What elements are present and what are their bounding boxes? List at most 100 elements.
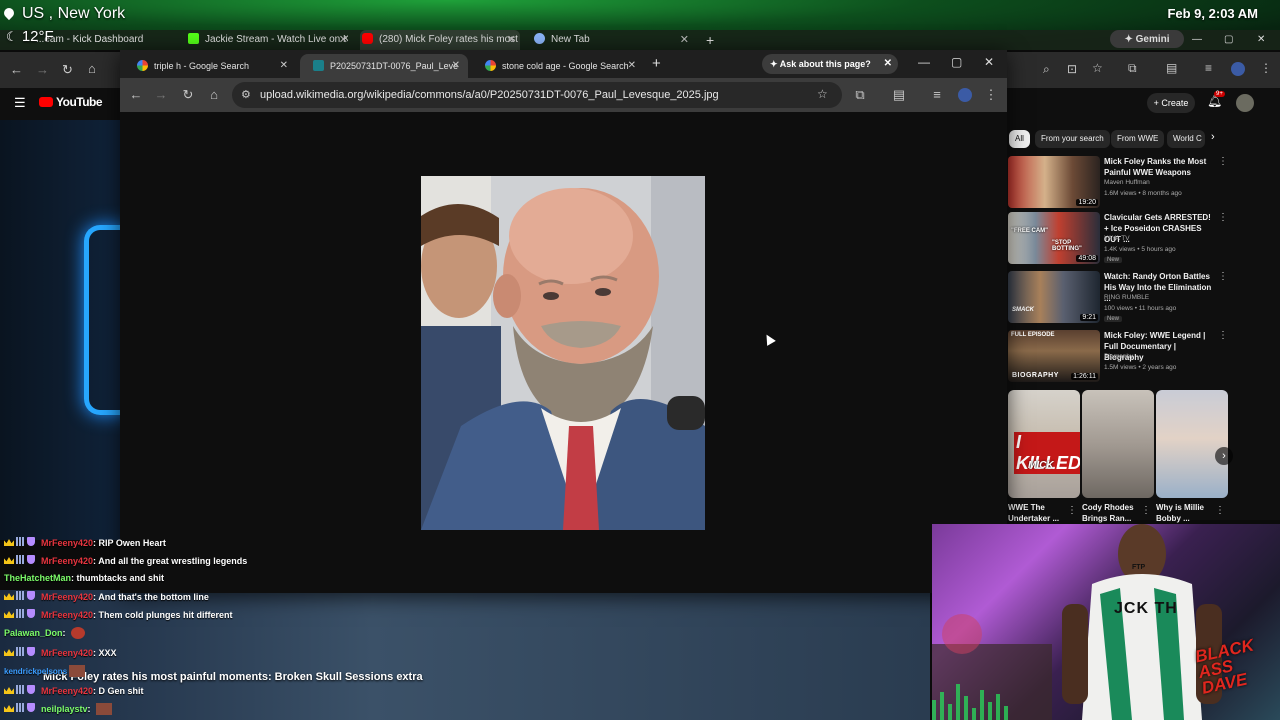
tab-wikimedia-image[interactable]: P20250731DT-0076_Paul_Leve ✕	[300, 54, 468, 78]
close-icon[interactable]: ✕	[628, 54, 636, 78]
more-options-icon[interactable]: ⋮	[1218, 212, 1228, 223]
close-window-button[interactable]: ✕	[1257, 30, 1269, 50]
video-item[interactable]: FULL EPISODE BIOGRAPHY 1:26:11 Mick Fole…	[1007, 330, 1252, 386]
profile-avatar[interactable]	[958, 88, 972, 102]
close-icon[interactable]: ✕	[452, 54, 460, 78]
video-thumbnail[interactable]: FULL EPISODE BIOGRAPHY 1:26:11	[1008, 330, 1100, 382]
chat-badges	[4, 647, 38, 658]
site-info-icon[interactable]: ⚙	[241, 88, 251, 101]
more-options-icon[interactable]: ⋮	[1215, 505, 1225, 516]
bookmark-star-icon[interactable]: ☆	[1092, 61, 1103, 75]
profile-avatar[interactable]	[1231, 62, 1245, 76]
short-thumbnail[interactable]: I KILLED MICK	[1008, 390, 1080, 498]
bookmark-star-icon[interactable]: ☆	[817, 87, 828, 101]
back-tab-kick-dashboard[interactable]: ...eam - Kick Dashboard	[36, 30, 186, 50]
home-icon[interactable]: ⌂	[205, 86, 223, 104]
video-channel[interactable]: Maven Huffman	[1104, 179, 1150, 186]
new-tab-button[interactable]: +	[652, 55, 661, 72]
chat-text: : XXX	[93, 648, 117, 658]
reload-icon[interactable]: ↻	[62, 62, 73, 78]
chip-all[interactable]: All	[1009, 130, 1030, 148]
extensions-icon[interactable]: ⧉	[851, 86, 869, 104]
menu-kebab-icon[interactable]: ⋮	[1260, 61, 1272, 75]
gemini-button[interactable]: ✦ Gemini	[1110, 30, 1184, 48]
short-title[interactable]: Cody Rhodes Brings Ran...	[1082, 502, 1146, 524]
chat-message: Palawan_Don:	[4, 627, 86, 639]
short-thumbnail[interactable]	[1156, 390, 1228, 498]
short-title[interactable]: WWE The Undertaker ...	[1008, 502, 1072, 524]
video-thumbnail[interactable]: "FREE CAM" "STOP BOTTING" 49:08	[1008, 212, 1100, 264]
chat-username: MrFeeny420	[41, 610, 94, 620]
minimize-button[interactable]: —	[1192, 30, 1204, 50]
chat-text: :	[87, 704, 91, 714]
new-tab-button[interactable]: +	[706, 30, 718, 50]
video-item[interactable]: SMACK 9:21 Watch: Randy Orton Battles Hi…	[1007, 271, 1252, 327]
back-tab-youtube[interactable]: (280) Mick Foley rates his most ✕	[360, 30, 520, 50]
hamburger-menu-icon[interactable]: ☰	[14, 95, 26, 111]
video-item[interactable]: 19:20 Mick Foley Ranks the Most Painful …	[1007, 156, 1252, 212]
back-tab-new-tab[interactable]: New Tab ✕	[534, 30, 689, 50]
chip-from-wwe[interactable]: From WWE	[1111, 130, 1165, 148]
tab-stone-cold-search[interactable]: stone cold age - Google Search ✕	[472, 54, 644, 78]
youtube-logo-icon[interactable]	[39, 97, 53, 107]
close-window-button[interactable]: ✕	[984, 55, 994, 69]
url-text[interactable]: upload.wikimedia.org/wikipedia/commons/a…	[260, 82, 719, 108]
media-icon[interactable]: ≡	[1205, 61, 1212, 75]
chip-from-your-search[interactable]: From your search	[1035, 130, 1110, 148]
maximize-button[interactable]: ▢	[1224, 30, 1236, 50]
mouse-cursor-icon	[762, 332, 776, 346]
shorts-next-chevron-icon[interactable]: ›	[1215, 447, 1233, 465]
forward-arrow-icon[interactable]: →	[36, 62, 49, 77]
video-title[interactable]: Mick Foley Ranks the Most Painful WWE We…	[1104, 156, 1212, 178]
close-icon[interactable]: ✕	[280, 54, 288, 78]
more-options-icon[interactable]: ⋮	[1067, 505, 1077, 516]
minimize-button[interactable]: —	[918, 55, 930, 69]
back-arrow-icon[interactable]: ←	[127, 86, 145, 104]
media-icon[interactable]: ≡	[928, 86, 946, 104]
forward-arrow-icon[interactable]: →	[152, 86, 170, 104]
short-thumbnail[interactable]	[1082, 390, 1154, 498]
portrait-photo[interactable]	[421, 176, 705, 530]
youtube-logo-text[interactable]: YouTube	[56, 95, 103, 109]
install-icon[interactable]: ⊡	[1067, 62, 1077, 76]
tab-triple-h-search[interactable]: triple h - Google Search ✕	[124, 54, 296, 78]
back-tab-jackie-stream[interactable]: Jackie Stream - Watch Live on K ✕	[188, 30, 348, 50]
close-icon[interactable]: ✕	[680, 30, 689, 50]
gemini-spark-icon: ✦	[770, 59, 778, 69]
account-avatar[interactable]	[1236, 94, 1254, 112]
back-browser-tabstrip: ...eam - Kick Dashboard Jackie Stream - …	[0, 30, 1280, 50]
menu-kebab-icon[interactable]: ⋮	[982, 86, 1000, 104]
maximize-button[interactable]: ▢	[951, 55, 962, 69]
more-options-icon[interactable]: ⋮	[1218, 271, 1228, 282]
back-arrow-icon[interactable]: ←	[10, 62, 23, 77]
create-button[interactable]: + Create	[1147, 93, 1195, 113]
video-channel[interactable]: YAYA TV	[1104, 235, 1130, 242]
close-icon[interactable]: ✕	[507, 30, 516, 50]
sidepanel-icon[interactable]: ▤	[1166, 61, 1177, 75]
short-title[interactable]: Why is Millie Bobby ...	[1156, 502, 1220, 524]
video-thumbnail[interactable]: SMACK 9:21	[1008, 271, 1100, 323]
video-channel[interactable]: RING RUMBLE	[1104, 294, 1149, 301]
home-icon[interactable]: ⌂	[88, 61, 96, 76]
subscriber-icon	[16, 537, 25, 546]
chip-world-c[interactable]: World C	[1167, 130, 1205, 148]
video-duration: 1:26:11	[1071, 373, 1098, 380]
video-thumbnail[interactable]: 19:20	[1008, 156, 1100, 208]
more-options-icon[interactable]: ⋮	[1141, 505, 1151, 516]
zoom-icon[interactable]: ⌕	[1043, 62, 1050, 77]
reload-icon[interactable]: ↻	[179, 86, 197, 104]
close-icon[interactable]: ✕	[884, 54, 892, 74]
chat-emote	[69, 665, 86, 677]
tab-label: Jackie Stream - Watch Live on K	[205, 34, 348, 45]
close-icon[interactable]: ✕	[339, 30, 348, 50]
address-bar[interactable]: ⚙ upload.wikimedia.org/wikipedia/commons…	[232, 82, 842, 108]
ask-about-page-pill[interactable]: ✦ Ask about this page? ✕	[762, 54, 898, 74]
more-options-icon[interactable]: ⋮	[1218, 330, 1228, 341]
video-channel[interactable]: Biography	[1104, 353, 1133, 360]
notification-count-badge: 9+	[1214, 91, 1225, 97]
video-item[interactable]: "FREE CAM" "STOP BOTTING" 49:08 Clavicul…	[1007, 212, 1252, 268]
chips-next-chevron-icon[interactable]: ›	[1211, 131, 1215, 143]
sidepanel-icon[interactable]: ▤	[890, 86, 908, 104]
more-options-icon[interactable]: ⋮	[1218, 156, 1228, 167]
extensions-icon[interactable]: ⧉	[1128, 61, 1137, 76]
